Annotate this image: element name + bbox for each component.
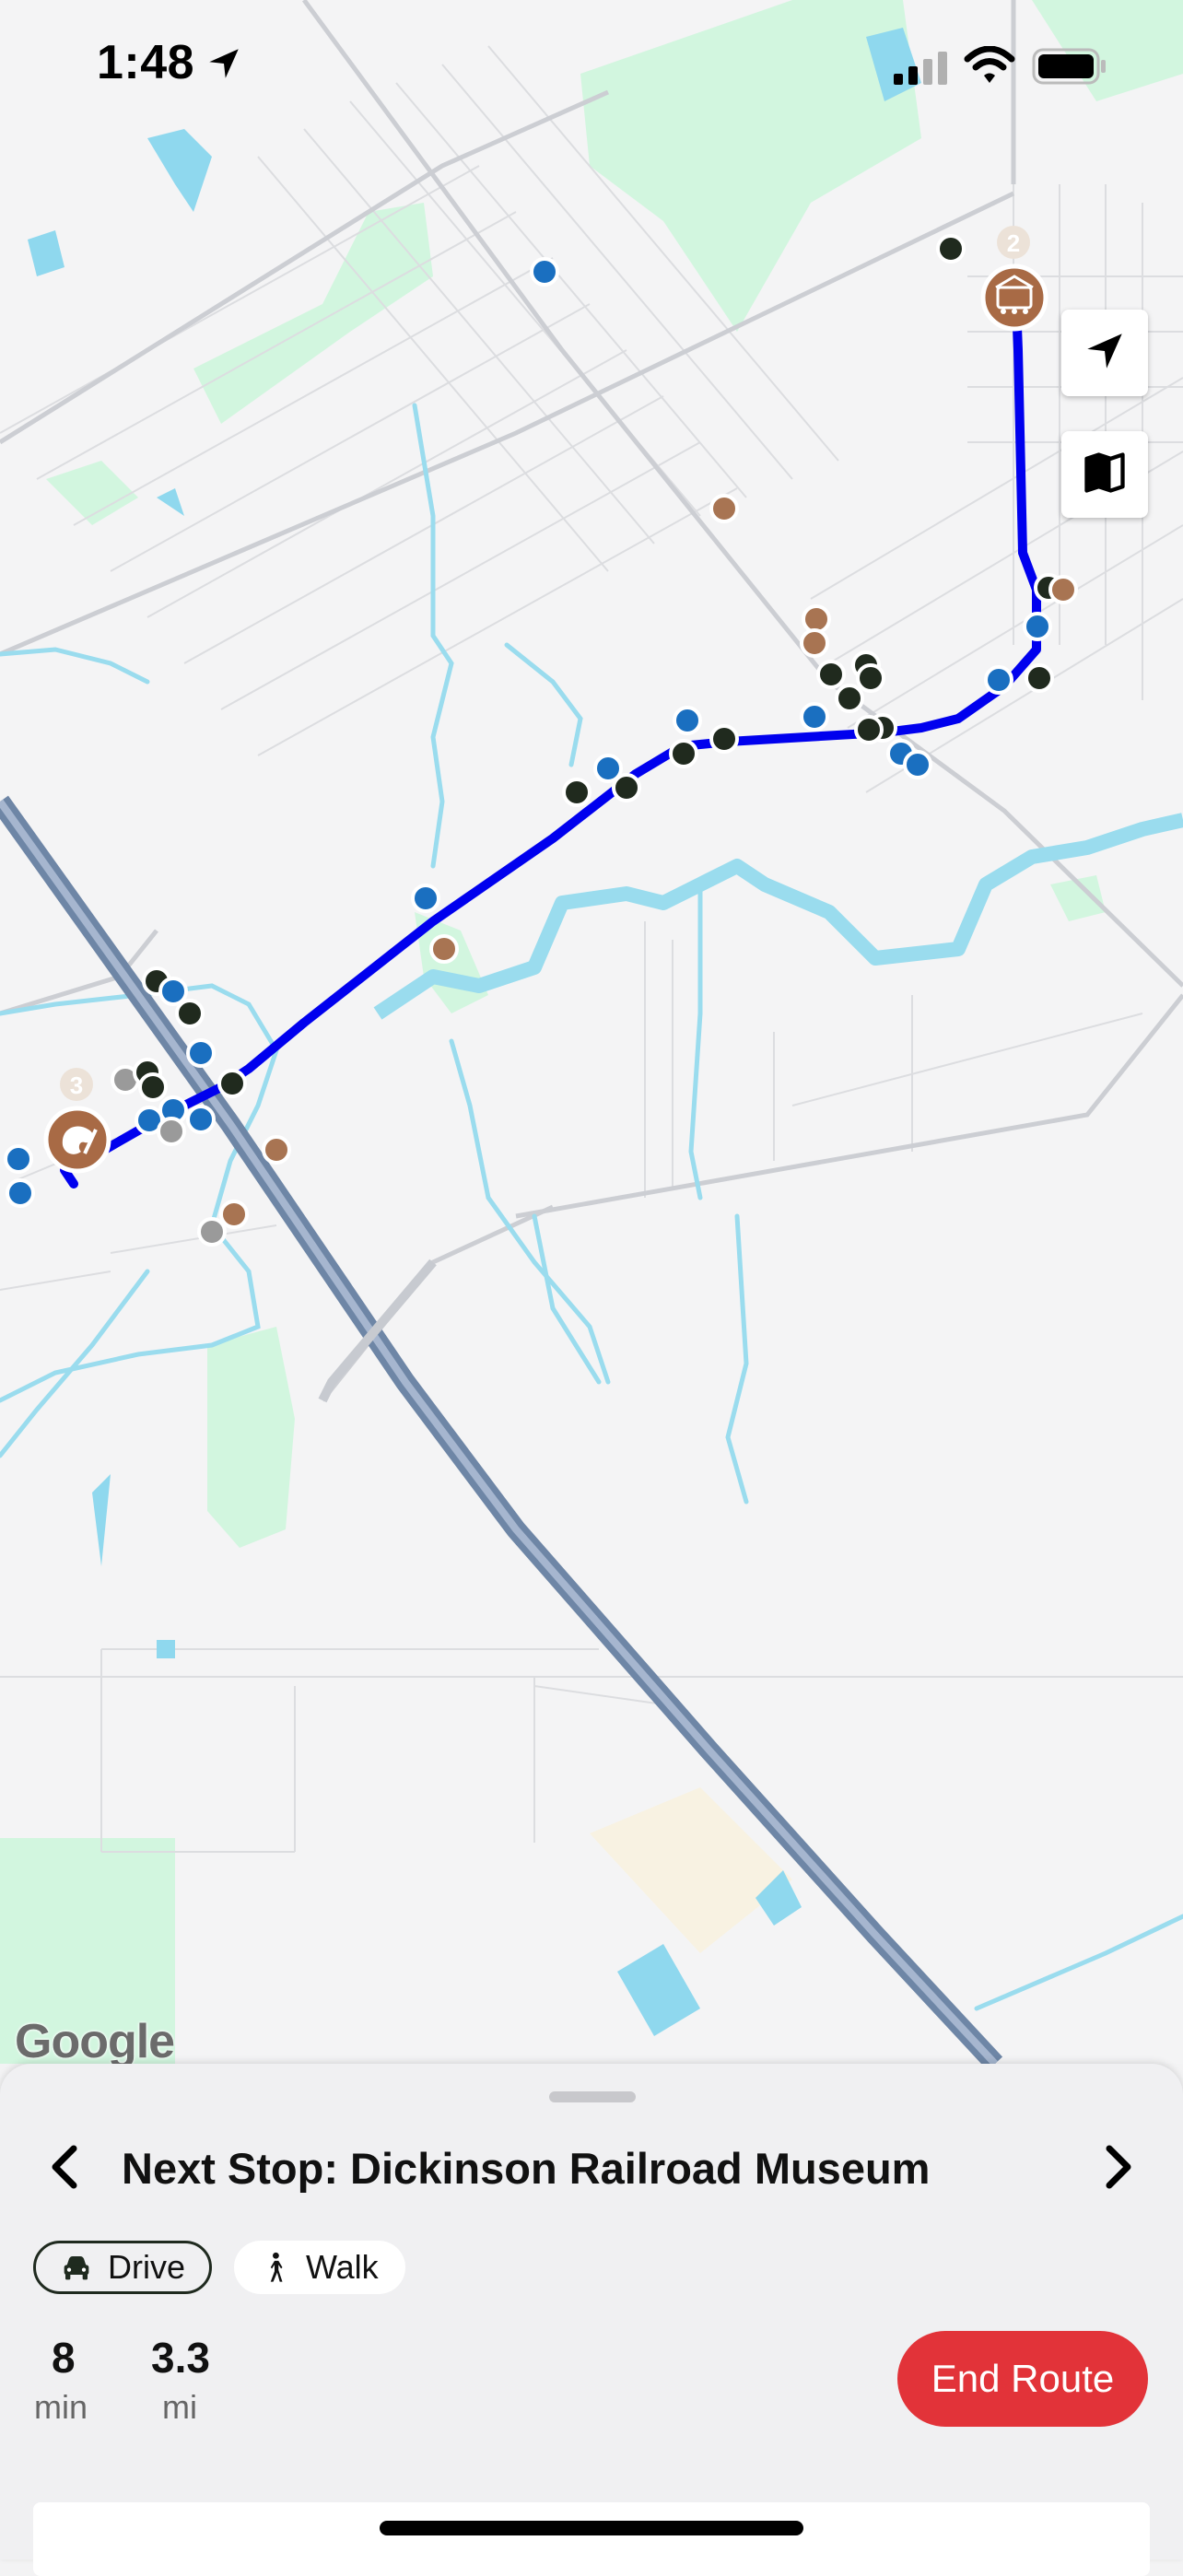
next-stop-button[interactable] xyxy=(1089,2141,1144,2196)
car-icon xyxy=(58,2249,95,2286)
map-canvas: 2 3 xyxy=(0,0,1183,2064)
duration-value: 8 xyxy=(52,2334,76,2382)
status-time: 1:48 xyxy=(97,36,195,89)
distance-unit: mi xyxy=(162,2388,197,2426)
stop-2-marker: 2 xyxy=(980,226,1048,332)
drive-label: Drive xyxy=(108,2248,186,2286)
stop-3-marker: 3 xyxy=(43,1068,111,1174)
battery-icon xyxy=(1032,48,1107,89)
walking-person-icon xyxy=(256,2249,293,2286)
location-arrow-icon xyxy=(1082,328,1128,379)
walk-label: Walk xyxy=(306,2248,379,2286)
home-indicator xyxy=(380,2521,803,2535)
map-type-button[interactable] xyxy=(1061,431,1148,518)
chevron-right-icon xyxy=(1098,2145,1135,2194)
cellular-signal-icon xyxy=(894,52,951,89)
chevron-left-icon xyxy=(48,2145,85,2194)
location-arrow-icon xyxy=(205,44,243,88)
sheet-grabber[interactable] xyxy=(549,2091,636,2102)
google-logo: Google xyxy=(15,2015,175,2068)
status-bar: 1:48 xyxy=(0,0,1183,129)
distance-value: 3.3 xyxy=(151,2334,210,2382)
drive-mode-button[interactable]: Drive xyxy=(33,2241,212,2294)
end-route-button[interactable]: End Route xyxy=(897,2331,1148,2427)
svg-text:3: 3 xyxy=(70,1071,83,1099)
walk-mode-button[interactable]: Walk xyxy=(234,2241,405,2294)
map-view[interactable]: 2 3 xyxy=(0,0,1183,2064)
route-bottom-sheet: Next Stop: Dickinson Railroad Museum Dri… xyxy=(0,2064,1183,2576)
svg-text:2: 2 xyxy=(1007,229,1020,257)
recenter-location-button[interactable] xyxy=(1061,310,1148,396)
previous-stop-button[interactable] xyxy=(39,2141,94,2196)
wifi-icon xyxy=(964,45,1015,89)
duration-unit: min xyxy=(34,2388,88,2426)
map-icon xyxy=(1081,449,1129,501)
stop-details-card[interactable] xyxy=(33,2502,1150,2576)
next-stop-title: Next Stop: Dickinson Railroad Museum xyxy=(122,2144,931,2193)
